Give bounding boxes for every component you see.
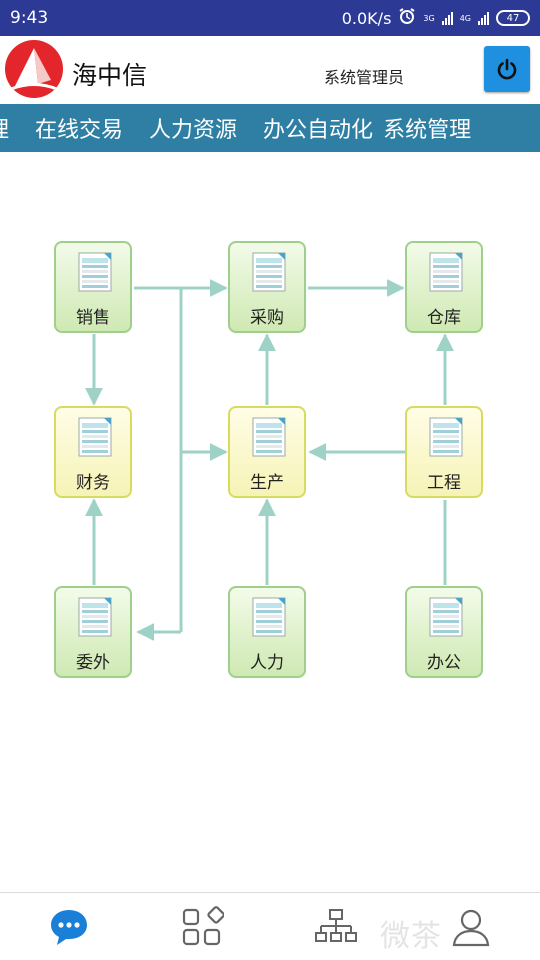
spreadsheet-icon xyxy=(78,597,112,637)
node-label: 销售 xyxy=(76,308,110,328)
signal-icon xyxy=(478,11,489,25)
battery-level: 47 xyxy=(506,12,520,24)
nav-item-human-resources[interactable]: 人力资源 xyxy=(149,112,237,144)
alarm-icon xyxy=(398,7,416,29)
battery-icon: 47 xyxy=(496,10,530,26)
node-label: 委外 xyxy=(76,653,110,673)
brand-name: 海中信 xyxy=(72,61,148,90)
node-sales[interactable]: 销售 xyxy=(54,241,132,333)
tab-profile[interactable] xyxy=(449,905,493,949)
network-3g-label: 3G xyxy=(423,13,435,23)
chat-bubble-icon xyxy=(51,910,87,945)
node-label: 工程 xyxy=(427,473,461,493)
bottom-tab-bar: 微茶 xyxy=(0,892,540,960)
spreadsheet-icon xyxy=(429,417,463,457)
spreadsheet-icon xyxy=(252,252,286,292)
status-time: 9:43 xyxy=(10,8,49,28)
node-office[interactable]: 办公 xyxy=(405,586,483,678)
spreadsheet-icon xyxy=(429,252,463,292)
node-engineering[interactable]: 工程 xyxy=(405,406,483,498)
node-label: 仓库 xyxy=(427,308,461,328)
node-label: 财务 xyxy=(76,473,110,493)
network-speed: 0.0K/s xyxy=(341,8,392,28)
tab-organization[interactable] xyxy=(314,905,358,949)
nav-item-system-management[interactable]: 系统管理 xyxy=(383,112,471,144)
brand-logo xyxy=(5,40,63,98)
node-purchase[interactable]: 采购 xyxy=(228,241,306,333)
nav-item-management[interactable]: 理 xyxy=(0,112,9,144)
tab-apps[interactable] xyxy=(180,905,225,949)
tab-messages[interactable] xyxy=(47,905,91,949)
node-label: 办公 xyxy=(427,653,461,673)
spreadsheet-icon xyxy=(252,417,286,457)
network-4g-label: 4G xyxy=(459,13,471,23)
node-production[interactable]: 生产 xyxy=(228,406,306,498)
nav-item-office-automation[interactable]: 办公自动化 xyxy=(263,112,373,144)
status-bar: 9:43 0.0K/s 3G 4G 47 xyxy=(0,0,540,36)
node-finance[interactable]: 财务 xyxy=(54,406,132,498)
module-nav: 理 在线交易 人力资源 办公自动化 系统管理 xyxy=(0,104,540,152)
node-label: 人力 xyxy=(250,653,284,673)
org-chart-icon xyxy=(315,909,357,942)
logout-button[interactable] xyxy=(484,46,530,92)
app-header: 海中信 系统管理员 xyxy=(0,36,540,104)
user-icon xyxy=(452,909,490,947)
spreadsheet-icon xyxy=(78,252,112,292)
nav-item-online-trading[interactable]: 在线交易 xyxy=(35,112,123,144)
node-warehouse[interactable]: 仓库 xyxy=(405,241,483,333)
watermark-text: 微茶 xyxy=(380,919,442,954)
spreadsheet-icon xyxy=(78,417,112,457)
node-label: 生产 xyxy=(250,473,284,493)
power-icon xyxy=(497,58,517,80)
apps-grid-icon xyxy=(182,906,225,946)
spreadsheet-icon xyxy=(252,597,286,637)
user-role: 系统管理员 xyxy=(324,68,405,87)
node-label: 采购 xyxy=(250,308,284,328)
node-outsourcing[interactable]: 委外 xyxy=(54,586,132,678)
spreadsheet-icon xyxy=(429,597,463,637)
node-hr[interactable]: 人力 xyxy=(228,586,306,678)
module-flow-diagram: 销售 采购 仓库 财务 生产 工程 委外 人力 办公 xyxy=(0,152,540,892)
signal-icon xyxy=(441,11,453,25)
